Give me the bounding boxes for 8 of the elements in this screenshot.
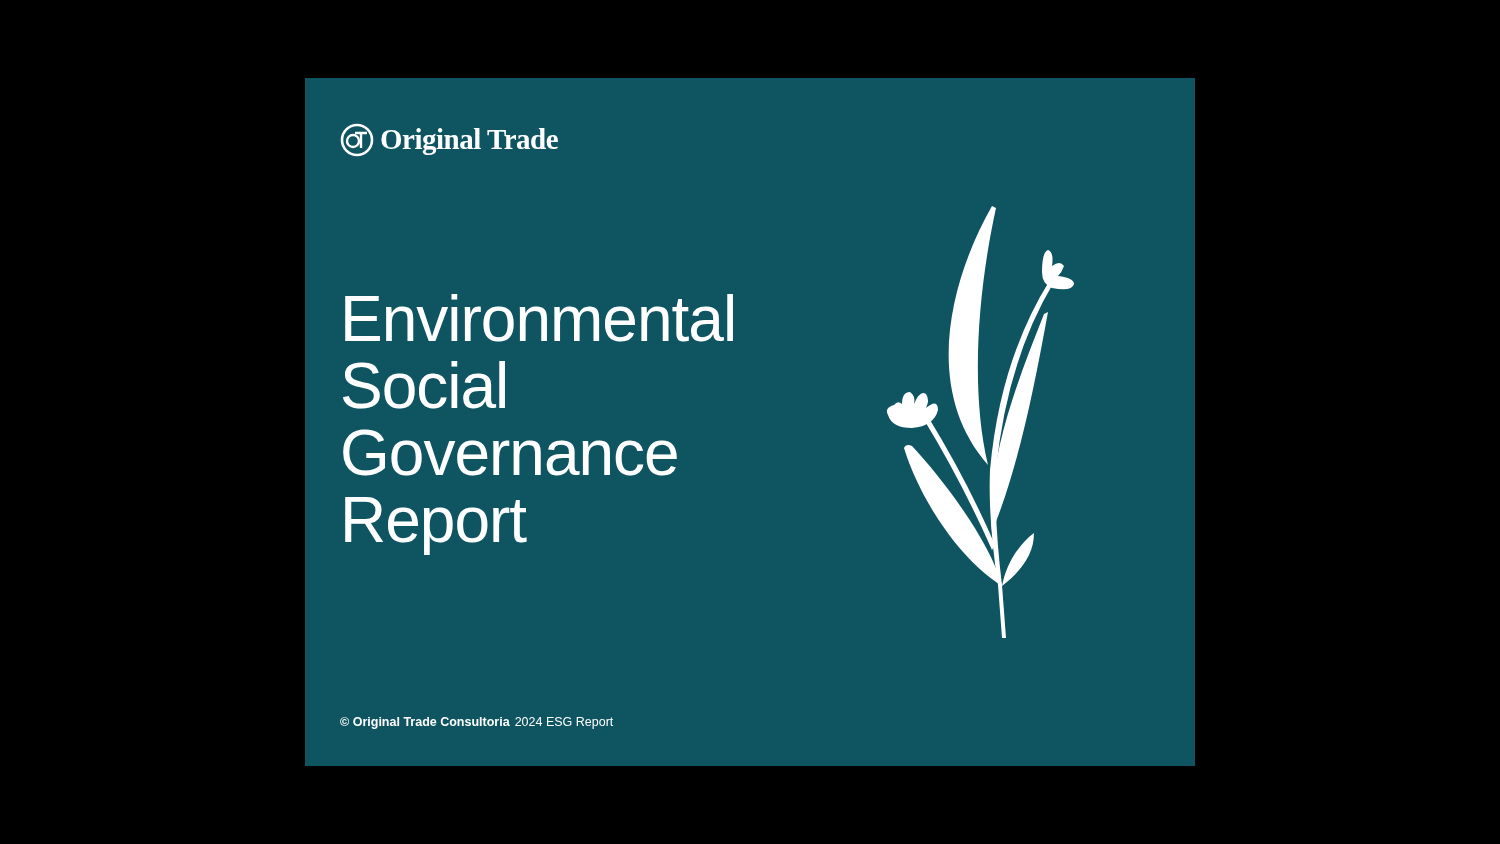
title-line: Social xyxy=(340,352,509,420)
title-line: Governance xyxy=(340,419,679,487)
brand-logo-icon xyxy=(340,122,374,157)
brand-name: Original Trade xyxy=(380,122,559,157)
title-line: Report xyxy=(340,486,527,554)
copyright-text: © Original Trade Consultoria xyxy=(340,714,510,732)
report-label: 2024 ESG Report xyxy=(514,714,614,732)
title-line: Environmental xyxy=(340,285,737,353)
